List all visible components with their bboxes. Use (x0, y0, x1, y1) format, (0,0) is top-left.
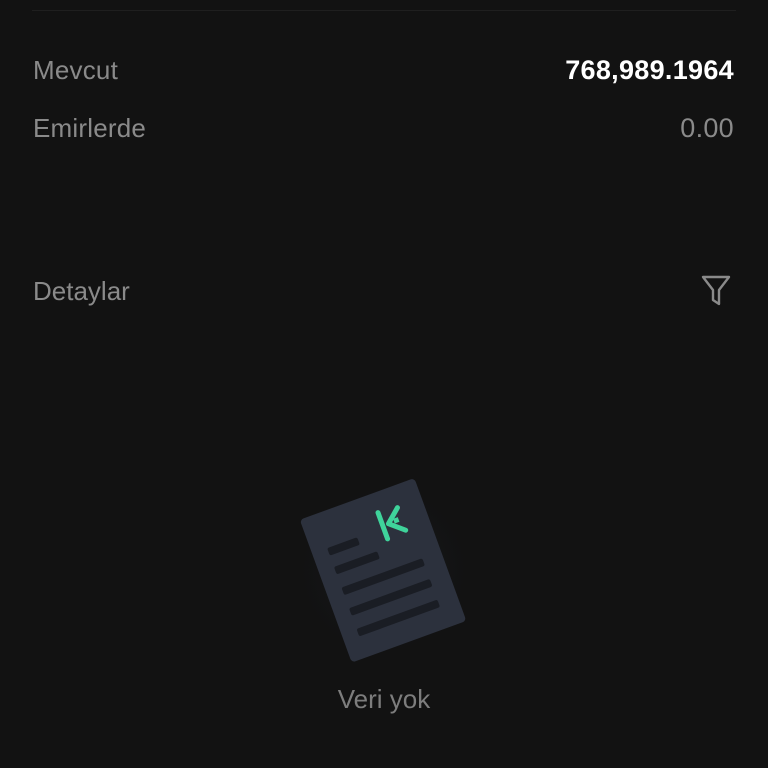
filter-button[interactable] (698, 273, 734, 309)
available-label: Mevcut (33, 54, 119, 85)
filter-icon (701, 275, 731, 306)
empty-state-text: Veri yok (337, 684, 431, 714)
balance-row-available: Mevcut 768,989.1964 (33, 50, 734, 90)
top-divider (32, 10, 736, 11)
empty-document-icon (289, 475, 479, 665)
empty-state: Veri yok (0, 470, 768, 715)
details-title: Detaylar (33, 275, 130, 306)
balance-row-in-orders: Emirlerde 0.00 (33, 108, 734, 148)
details-header: Detaylar (33, 270, 734, 312)
available-value: 768,989.1964 (565, 54, 734, 85)
in-orders-label: Emirlerde (33, 112, 147, 143)
in-orders-value: 0.00 (680, 112, 734, 143)
